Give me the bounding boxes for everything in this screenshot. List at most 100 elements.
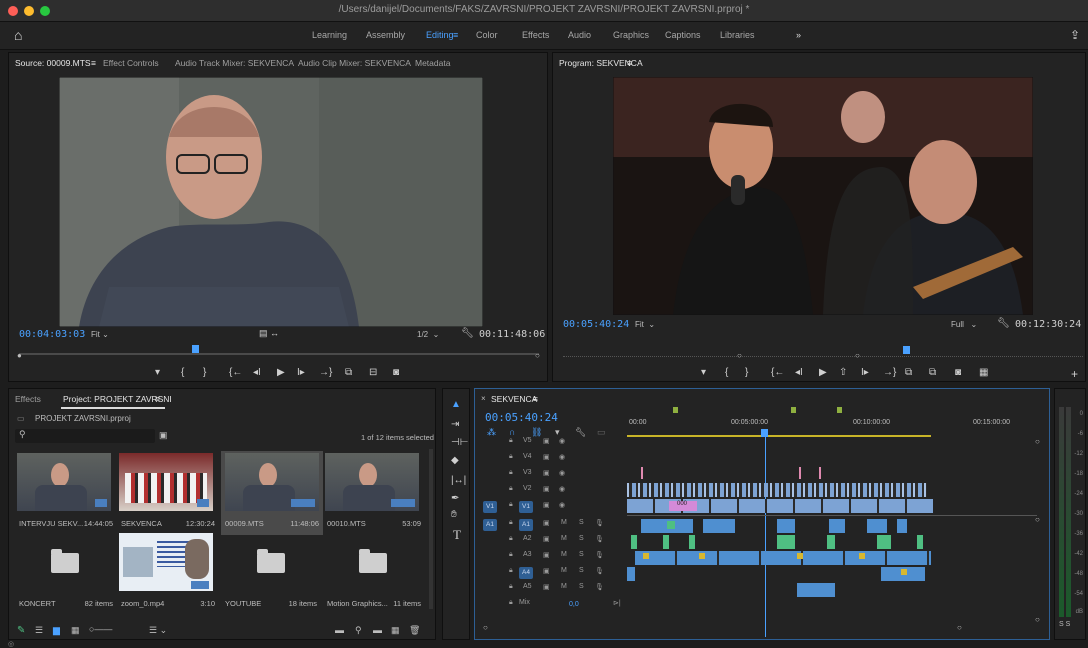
track-lock-icon[interactable]: 🔒︎ — [509, 567, 513, 575]
sort-icon[interactable]: ☰ ⌄ — [149, 625, 167, 636]
audio-clip-a1[interactable] — [897, 519, 907, 533]
type-tool-icon[interactable]: T — [453, 527, 461, 543]
track-output-icon[interactable]: ▣ — [543, 551, 550, 559]
source-zoom-handle-right[interactable]: ○ — [535, 351, 540, 360]
timeline-tab-menu-icon[interactable]: ≡ — [533, 394, 538, 404]
program-play-icon[interactable]: ▶ — [819, 367, 827, 378]
program-add-marker-icon[interactable]: ▾ — [701, 367, 706, 378]
project-item-motion-graphics[interactable]: Motion Graphics... 11 items — [325, 533, 425, 613]
timeline-timecode[interactable]: 00:05:40:24 — [485, 411, 558, 424]
source-timecode[interactable]: 00:04:03:03 — [19, 329, 85, 340]
program-resolution-dropdown[interactable]: Full ⌄ — [951, 320, 977, 329]
title-clip-v3[interactable] — [641, 467, 643, 479]
project-item-00009[interactable]: 00009.MTS 11:48:06 — [221, 451, 323, 535]
home-icon[interactable]: ⌂ — [14, 27, 22, 43]
track-eye-icon[interactable]: ◉ — [559, 469, 565, 477]
timeline-playhead-icon[interactable] — [761, 429, 768, 437]
program-ruler[interactable] — [563, 353, 1083, 357]
go-to-out-icon[interactable]: →} — [319, 367, 332, 378]
mark-out-icon[interactable]: } — [203, 367, 206, 378]
track-mic-icon[interactable]: 🎙︎ — [595, 519, 604, 527]
track-eye-icon[interactable]: ◉ — [559, 485, 565, 493]
track-lock-icon[interactable]: 🔒︎ — [509, 469, 513, 477]
track-lock-icon[interactable]: 🔒︎ — [509, 501, 513, 509]
track-mute-button[interactable]: M — [561, 535, 567, 542]
track-area[interactable]: 000 — [627, 437, 1037, 613]
green-clip-a1[interactable] — [667, 521, 675, 529]
program-step-forward-icon[interactable]: I▸ — [861, 367, 869, 378]
new-bin-icon[interactable]: ▬ — [373, 625, 382, 635]
audio-clip-a2[interactable] — [827, 535, 835, 549]
audio-clip-a5[interactable] — [797, 583, 835, 597]
project-item-00010[interactable]: 00010.MTS 53:09 — [325, 453, 425, 533]
track-lock-icon[interactable]: 🔒︎ — [509, 551, 513, 559]
icon-view-icon[interactable]: ▆ — [53, 625, 60, 636]
track-solo-button[interactable]: S — [579, 551, 584, 558]
track-output-icon[interactable]: ▣ — [543, 453, 550, 461]
source-patch-v1[interactable]: V1 — [483, 501, 497, 513]
program-zoom-handle-right[interactable]: ○ — [855, 351, 860, 360]
track-lock-icon[interactable]: 🔒︎ — [509, 535, 513, 543]
track-scroll-handle[interactable]: ○ — [1035, 515, 1040, 524]
workspace-captions[interactable]: Captions — [665, 30, 701, 40]
ripple-edit-tool-icon[interactable]: ⊣⊢ — [451, 437, 468, 448]
audio-clip-a1[interactable] — [777, 519, 795, 533]
share-icon[interactable]: ⇪ — [1070, 28, 1080, 42]
video-clip-v2[interactable] — [627, 483, 927, 497]
workspace-effects[interactable]: Effects — [522, 30, 549, 40]
audio-clip-a2[interactable] — [663, 535, 669, 549]
track-output-icon[interactable]: ▣ — [543, 567, 550, 575]
track-mute-button[interactable]: M — [561, 519, 567, 526]
source-scrub-bar[interactable] — [19, 353, 539, 355]
audio-clip-a2[interactable] — [777, 535, 795, 549]
program-go-to-in-icon[interactable]: {← — [771, 367, 784, 378]
play-icon[interactable]: ▶ — [277, 367, 285, 378]
program-add-button-icon[interactable]: + — [1071, 367, 1078, 381]
track-scroll-handle[interactable]: ○ — [1035, 437, 1040, 446]
compare-icon[interactable]: ⧉ — [929, 367, 936, 378]
marker-icon[interactable] — [673, 407, 678, 413]
source-tab-menu-icon[interactable]: ≡ — [91, 58, 96, 68]
source-settings-icon[interactable]: 🔧︎ — [461, 328, 474, 339]
meter-solo-buttons[interactable]: S S — [1059, 621, 1070, 628]
program-timecode[interactable]: 00:05:40:24 — [563, 319, 629, 330]
mark-in-icon[interactable]: { — [181, 367, 184, 378]
program-go-to-out-icon[interactable]: →} — [883, 367, 896, 378]
audio-clip-a2[interactable] — [917, 535, 923, 549]
track-output-icon[interactable]: ▣ — [543, 519, 550, 527]
program-playhead-icon[interactable] — [903, 346, 910, 354]
source-playhead-icon[interactable] — [192, 345, 199, 353]
source-insert-icon[interactable]: ▤ ↔ — [259, 328, 279, 339]
new-bin-from-search-icon[interactable]: ▣ — [159, 430, 168, 441]
track-eye-icon[interactable]: ◉ — [559, 453, 565, 461]
audio-clip-a2[interactable] — [631, 535, 637, 549]
clear-icon[interactable]: 🗑︎ — [409, 625, 420, 636]
track-label-v1[interactable]: V1 — [519, 501, 533, 513]
timeline-scroll-handle-right[interactable]: ○ — [957, 623, 962, 632]
marker-icon[interactable] — [837, 407, 842, 413]
lift-icon[interactable]: ⇧ — [839, 367, 847, 378]
tab-sekvenca[interactable]: SEKVENCA — [491, 394, 537, 404]
tab-source[interactable]: Source: 00009.MTS — [15, 58, 91, 68]
track-scroll-handle[interactable]: ○ — [1035, 615, 1040, 624]
program-mark-out-icon[interactable]: } — [745, 367, 748, 378]
mix-value[interactable]: 0,0 — [569, 601, 579, 608]
audio-clip-a2[interactable] — [877, 535, 891, 549]
source-resolution-dropdown[interactable]: 1/2 ⌄ — [417, 330, 439, 339]
tab-audio-track-mixer[interactable]: Audio Track Mixer: SEKVENCA — [175, 58, 294, 68]
vr-icon[interactable]: ▦ — [979, 367, 988, 378]
track-output-icon[interactable]: ▣ — [543, 469, 550, 477]
workspace-color[interactable]: Color — [476, 30, 498, 40]
title-clip-v3[interactable] — [799, 467, 801, 479]
insert-icon[interactable]: ⧉ — [345, 367, 352, 378]
new-item-icon[interactable]: ▦ — [391, 625, 400, 636]
freeform-view-icon[interactable]: ▦ — [71, 625, 80, 636]
zoom-slider[interactable]: ○—— — [89, 624, 112, 634]
slip-tool-icon[interactable]: |↔| — [451, 475, 466, 486]
project-tab-menu-icon[interactable]: ≡ — [155, 394, 160, 404]
program-tab-menu-icon[interactable]: ≡ — [627, 58, 632, 68]
track-mic-icon[interactable]: 🎙︎ — [595, 535, 604, 543]
workspace-assembly[interactable]: Assembly — [366, 30, 405, 40]
track-mute-button[interactable]: M — [561, 583, 567, 590]
audio-clip-a2[interactable] — [689, 535, 695, 549]
